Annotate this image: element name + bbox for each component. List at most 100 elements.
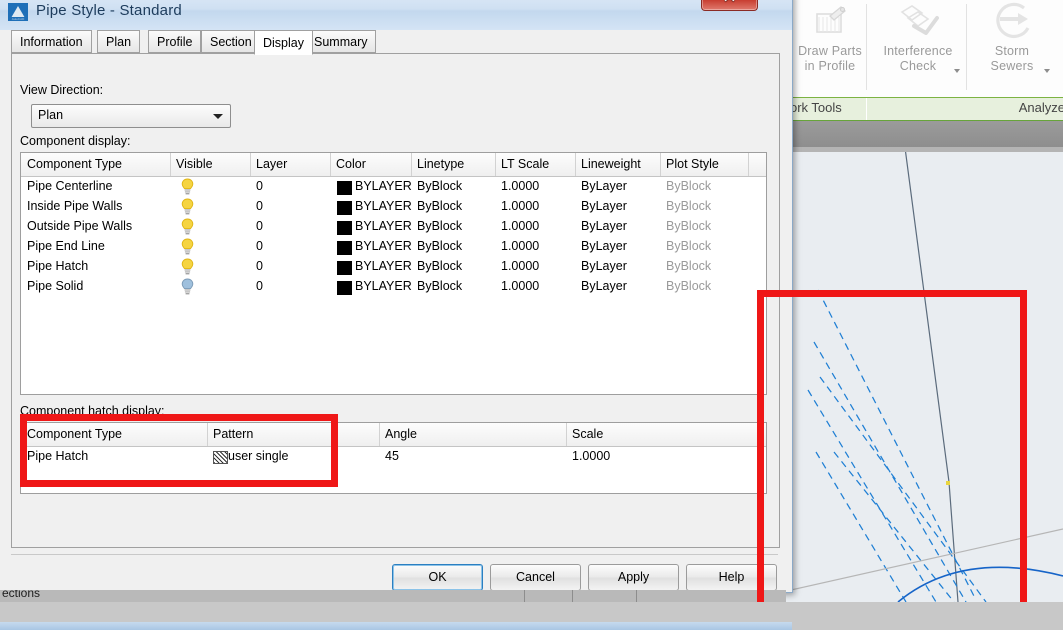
ribbon-panel-label-network-tools: ork Tools <box>790 100 842 115</box>
cell-color: BYLAYER <box>355 199 412 213</box>
cell-component-type: Pipe Hatch <box>27 259 89 273</box>
dialog-titlebar[interactable]: AutoCAD Pipe Style - Standard ✕ <box>0 0 792 31</box>
chevron-down-icon[interactable] <box>954 69 960 73</box>
dialog-footer-chrome <box>0 622 792 630</box>
visible-toggle-on[interactable] <box>180 218 195 235</box>
pipe-style-dialog: AutoCAD Pipe Style - Standard ✕ Informat… <box>0 0 793 630</box>
component-display-table[interactable]: Component Type Visible Layer Color Linet… <box>20 152 767 395</box>
column-header-lineweight[interactable]: Lineweight <box>581 157 641 171</box>
table-row[interactable]: Pipe Hatch 0 BYLAYER ByBlock 1.0000 ByLayer By… <box>21 257 766 277</box>
close-icon[interactable]: ✕ <box>701 0 758 11</box>
cell-layer: 0 <box>256 219 263 233</box>
cell-lt-scale: 1.0000 <box>501 279 540 293</box>
chevron-down-icon[interactable] <box>213 114 223 119</box>
cell-layer: 0 <box>256 199 263 213</box>
table-row[interactable]: Pipe Centerline 0 BYLAYER ByBlock 1.0000 ByLa… <box>21 177 766 197</box>
hatch-column-header-scale[interactable]: Scale <box>572 427 603 441</box>
column-header-linetype[interactable]: Linetype <box>417 157 464 171</box>
cell-plot-style: ByBlock <box>666 219 712 233</box>
cell-plot-style: ByBlock <box>666 259 712 273</box>
cell-layer: 0 <box>256 279 263 293</box>
cell-plot-style: ByBlock <box>666 239 712 253</box>
taskbar-label: ections <box>2 590 41 600</box>
column-header-lt-scale[interactable]: LT Scale <box>501 157 549 171</box>
view-direction-label: View Direction: <box>20 83 104 97</box>
color-swatch[interactable] <box>337 221 352 235</box>
column-header-color[interactable]: Color <box>336 157 366 171</box>
ribbon-label: Interference Check <box>883 44 953 73</box>
cell-component-type: Pipe Solid <box>27 279 84 293</box>
ribbon-button-interference-check[interactable]: Interference Check <box>874 0 962 97</box>
cell-linetype: ByBlock <box>417 219 463 233</box>
color-swatch[interactable] <box>337 281 352 295</box>
component-display-label: Component display: <box>20 134 131 148</box>
cell-lt-scale: 1.0000 <box>501 239 540 253</box>
visible-toggle-on[interactable] <box>180 178 195 195</box>
column-header-component-type[interactable]: Component Type <box>27 157 122 171</box>
column-header-plot-style[interactable]: Plot Style <box>666 157 719 171</box>
ribbon-button-storm-sewers[interactable]: Storm Sewers <box>972 0 1052 97</box>
visible-toggle-on[interactable] <box>180 198 195 215</box>
cell-linetype: ByBlock <box>417 239 463 253</box>
hatch-column-header-angle[interactable]: Angle <box>385 427 417 441</box>
cell-lineweight: ByLayer <box>581 219 627 233</box>
cell-component-type: Outside Pipe Walls <box>27 219 133 233</box>
cell-linetype: ByBlock <box>417 279 463 293</box>
tab-profile[interactable]: Profile <box>148 30 202 53</box>
taskbar-strip[interactable]: ections <box>0 590 786 602</box>
color-swatch[interactable] <box>337 261 352 275</box>
ribbon-toolbar: Draw Parts in Profile Interference Check <box>786 0 1063 98</box>
tab-section[interactable]: Section <box>201 30 261 53</box>
cell-color: BYLAYER <box>355 279 412 293</box>
table-row[interactable]: Outside Pipe Walls 0 BYLAYER ByBlock 1.0000 B… <box>21 217 766 237</box>
visible-toggle-on[interactable] <box>180 258 195 275</box>
color-swatch[interactable] <box>337 201 352 215</box>
tab-information[interactable]: Information <box>11 30 92 53</box>
cell-linetype: ByBlock <box>417 259 463 273</box>
ribbon-label: Storm Sewers <box>990 44 1034 73</box>
chevron-down-icon[interactable] <box>1044 69 1050 73</box>
cell-layer: 0 <box>256 239 263 253</box>
cell-lineweight: ByLayer <box>581 279 627 293</box>
visible-toggle-off[interactable] <box>180 278 195 295</box>
view-direction-value: Plan <box>38 108 64 122</box>
column-header-visible[interactable]: Visible <box>176 157 213 171</box>
cell-hatch-scale: 1.0000 <box>572 449 611 463</box>
ribbon-panel-labels: ork Tools Analyze <box>786 97 1063 122</box>
ok-button[interactable]: OK <box>392 564 483 591</box>
cell-component-type: Pipe Centerline <box>27 179 113 193</box>
cell-layer: 0 <box>256 179 263 193</box>
column-header-layer[interactable]: Layer <box>256 157 287 171</box>
cell-lineweight: ByLayer <box>581 179 627 193</box>
cell-color: BYLAYER <box>355 239 412 253</box>
drawing-region-highlight <box>757 290 1027 602</box>
table-header-row: Component Type Visible Layer Color Linet… <box>21 153 766 177</box>
cell-lt-scale: 1.0000 <box>501 219 540 233</box>
storm-sewers-icon <box>990 2 1034 42</box>
cancel-button[interactable]: Cancel <box>490 564 581 591</box>
cell-color: BYLAYER <box>355 179 412 193</box>
cell-color: BYLAYER <box>355 219 412 233</box>
cell-linetype: ByBlock <box>417 199 463 213</box>
table-row[interactable]: Inside Pipe Walls 0 BYLAYER ByBlock 1.0000 By… <box>21 197 766 217</box>
tab-summary[interactable]: Summary <box>305 30 377 53</box>
cell-plot-style: ByBlock <box>666 179 712 193</box>
table-row[interactable]: Pipe End Line 0 BYLAYER ByBlock 1.0000 ByLaye… <box>21 237 766 257</box>
ribbon-label: Draw Parts in Profile <box>798 44 862 73</box>
apply-button[interactable]: Apply <box>588 564 679 591</box>
color-swatch[interactable] <box>337 241 352 255</box>
ribbon-button-draw-parts-in-profile[interactable]: Draw Parts in Profile <box>794 0 866 97</box>
cell-lt-scale: 1.0000 <box>501 259 540 273</box>
tab-plan[interactable]: Plan <box>97 30 141 53</box>
table-row[interactable]: Pipe Solid 0 BYLAYER ByBlock 1.0000 ByLayer By… <box>21 277 766 297</box>
cell-component-type: Pipe End Line <box>27 239 105 253</box>
color-swatch[interactable] <box>337 181 352 195</box>
view-direction-select[interactable]: Plan <box>31 104 231 128</box>
footer-divider <box>11 554 778 555</box>
cell-linetype: ByBlock <box>417 179 463 193</box>
cell-lt-scale: 1.0000 <box>501 199 540 213</box>
cell-lineweight: ByLayer <box>581 259 627 273</box>
tab-display[interactable]: Display <box>254 30 313 55</box>
visible-toggle-on[interactable] <box>180 238 195 255</box>
hatch-table-highlight <box>20 414 338 487</box>
